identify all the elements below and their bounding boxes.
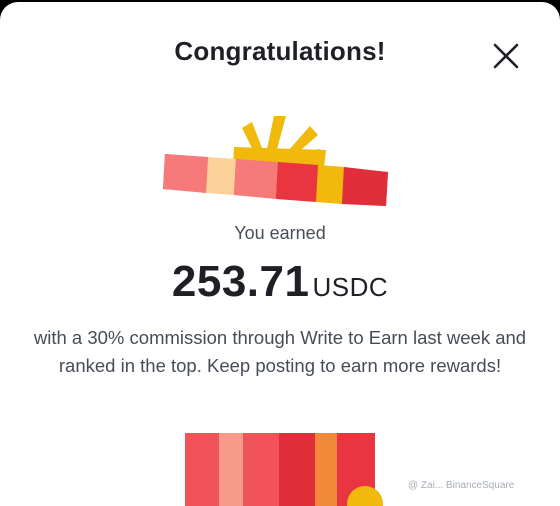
close-button[interactable] [490,40,522,72]
amount-value: 253.71 [171,257,310,306]
reward-description: with a 30% commission through Write to E… [33,327,527,376]
gift-box-icon [163,116,388,206]
dialog-title: Congratulations! [174,36,386,66]
congratulations-dialog: Congratulations! You earned 253.71 USDC w… [0,2,560,506]
earned-label: You earned [234,223,326,243]
earned-amount: 253.71 USDC [0,257,560,307]
watermark: @ Zai... BinanceSquare [408,480,515,491]
amount-currency: USDC [312,272,389,302]
gift-box-base-icon [185,433,383,506]
close-icon [493,43,519,69]
